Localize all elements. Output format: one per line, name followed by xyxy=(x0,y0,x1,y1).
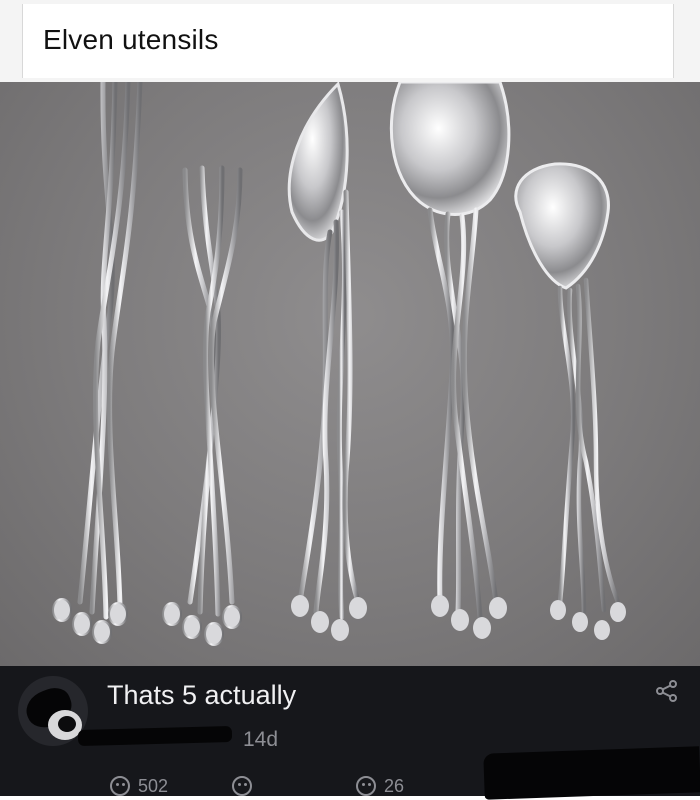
comment-timestamp: 14d xyxy=(243,728,279,751)
smiley-icon xyxy=(232,776,252,796)
post-title: Elven utensils xyxy=(43,24,219,55)
share-icon[interactable] xyxy=(654,678,680,704)
like-icon xyxy=(110,776,130,796)
large-spoon xyxy=(389,82,511,639)
small-spoon xyxy=(514,162,626,640)
reaction-button[interactable] xyxy=(232,774,260,798)
redacted-username xyxy=(77,725,233,747)
like-button[interactable]: 502 xyxy=(110,774,168,798)
small-fork xyxy=(162,165,243,646)
utensils-photo xyxy=(0,82,700,666)
post-title-box: Elven utensils xyxy=(22,4,674,78)
redacted-region xyxy=(483,746,700,800)
tall-fork xyxy=(52,82,143,644)
comment-bar: Thats 5 actually 14d 502 26 xyxy=(0,666,700,800)
reply-button[interactable]: 26 xyxy=(356,774,404,798)
replies-count: 26 xyxy=(384,775,405,796)
leaf-knife xyxy=(287,82,367,641)
comment-text: Thats 5 actually xyxy=(107,680,297,710)
likes-count: 502 xyxy=(138,775,169,796)
post-title-card: Elven utensils xyxy=(0,0,700,82)
reply-icon xyxy=(356,776,376,796)
